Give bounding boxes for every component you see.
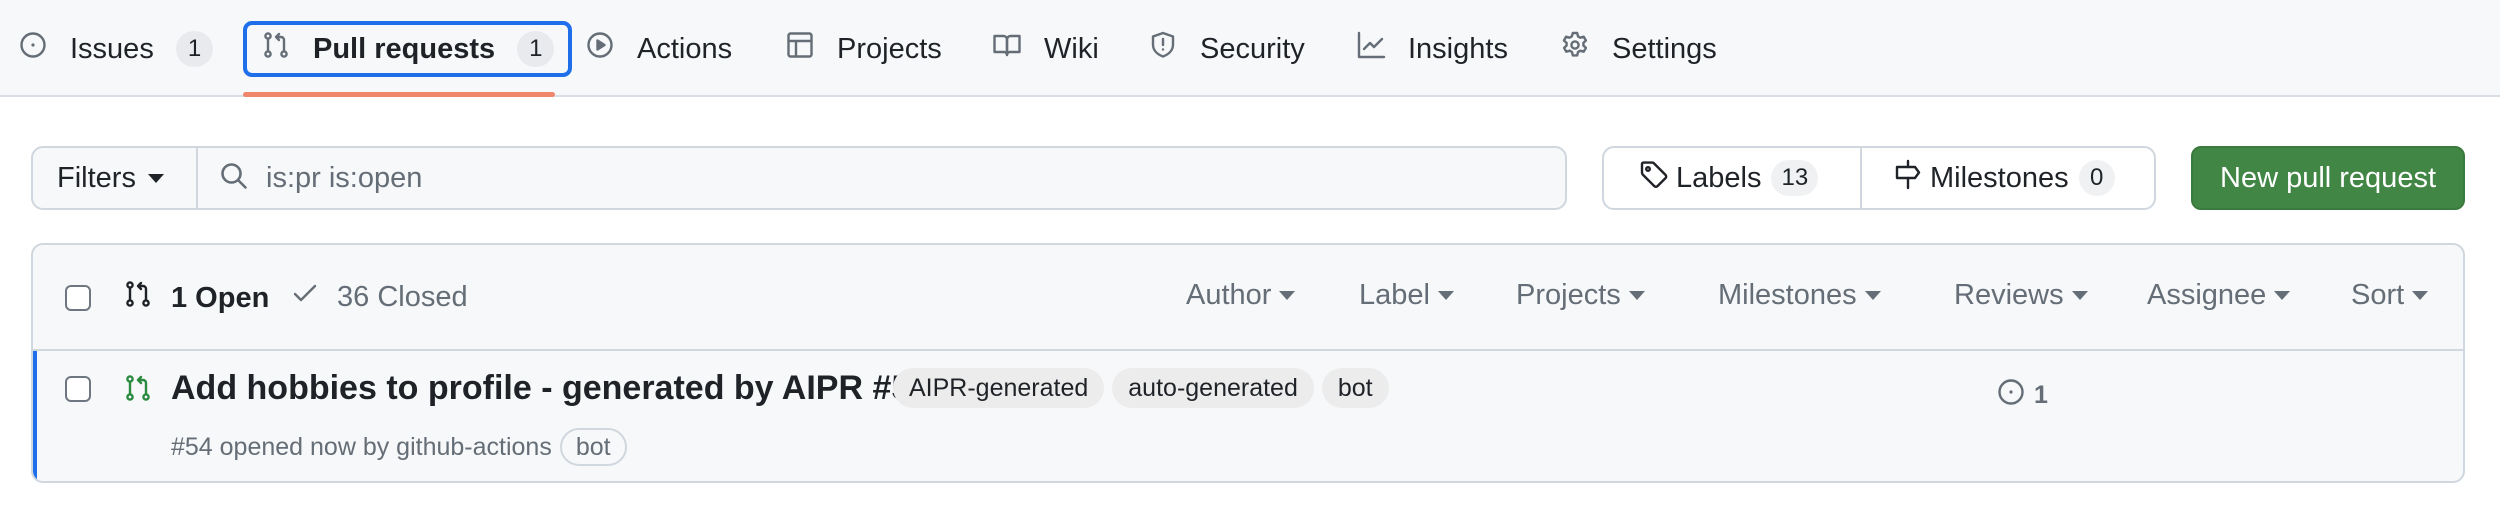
filter-label: Author: [1186, 279, 1272, 311]
search-icon: [218, 160, 250, 197]
search-input[interactable]: [266, 161, 1466, 195]
gear-icon: [1560, 30, 1590, 68]
pull-request-list: 1 Open 36 Closed Author Label Projects M…: [31, 243, 2465, 483]
caret-down-icon: [147, 173, 164, 183]
opened-by-text: #54 opened now by github-actions: [171, 432, 552, 461]
check-icon: [291, 279, 319, 315]
labels-milestones-group: Labels 13 Milestones 0: [1602, 146, 2156, 210]
tab-pull-requests[interactable]: Pull requests 1: [243, 21, 573, 77]
caret-down-icon: [1279, 291, 1296, 300]
tab-wiki[interactable]: Wiki: [992, 21, 1099, 77]
filter-label: Sort: [2351, 279, 2405, 311]
shield-icon: [1148, 30, 1178, 68]
tab-insights[interactable]: Insights: [1356, 21, 1508, 77]
tab-security[interactable]: Security: [1148, 21, 1305, 77]
milestones-button[interactable]: Milestones 0: [1862, 148, 2115, 208]
tab-label: Projects: [837, 32, 942, 65]
label-bot[interactable]: bot: [1321, 368, 1389, 408]
list-header: 1 Open 36 Closed Author Label Projects M…: [33, 245, 2463, 351]
author-filter-dropdown[interactable]: Author: [1186, 279, 1296, 312]
closed-count-label: 36 Closed: [337, 280, 468, 313]
book-icon: [992, 30, 1022, 68]
bot-badge: bot: [559, 428, 627, 466]
issue-opened-icon: [1996, 377, 2026, 414]
tab-actions[interactable]: Actions: [585, 21, 732, 77]
tag-icon: [1638, 158, 1670, 198]
table-icon: [785, 30, 815, 68]
caret-down-icon: [2274, 291, 2291, 300]
tab-label: Security: [1200, 32, 1305, 65]
counter-badge: 1: [175, 31, 214, 67]
filter-search-group: Filters: [31, 146, 1567, 210]
tab-label: Actions: [637, 32, 733, 65]
milestones-count: 0: [2078, 160, 2115, 196]
filters-label: Filters: [57, 161, 136, 194]
git-pull-request-open-icon: [123, 373, 153, 408]
select-all-checkbox[interactable]: [65, 285, 91, 311]
caret-down-icon: [1628, 291, 1645, 300]
reviews-filter-dropdown[interactable]: Reviews: [1954, 279, 2088, 312]
pull-request-row[interactable]: Add hobbies to profile - generated by AI…: [33, 351, 2463, 481]
caret-down-icon: [2412, 291, 2429, 300]
tab-issues[interactable]: Issues 1: [18, 21, 214, 77]
play-icon: [585, 30, 615, 68]
labels-count: 13: [1771, 160, 1819, 196]
new-pull-request-button[interactable]: New pull request: [2191, 146, 2465, 210]
counter-badge: 1: [517, 31, 555, 67]
open-filter-link[interactable]: 1 Open: [123, 279, 269, 317]
label-auto-generated[interactable]: auto-generated: [1112, 368, 1314, 408]
selected-tab-underline: [243, 92, 555, 97]
milestones-filter-dropdown[interactable]: Milestones: [1718, 279, 1881, 312]
label-list: AIPR-generated auto-generated bot: [893, 368, 1397, 408]
linked-issues-link[interactable]: 1: [1996, 377, 2048, 414]
filter-label: Projects: [1516, 279, 1621, 311]
tab-label: Pull requests: [313, 32, 496, 65]
git-pull-request-icon: [261, 30, 291, 68]
labels-button[interactable]: Labels 13: [1604, 148, 1862, 208]
milestones-label: Milestones: [1930, 161, 2069, 194]
repo-nav: Issues 1 Pull requests 1 Actions Project…: [0, 0, 2500, 97]
filter-label: Reviews: [1954, 279, 2064, 311]
label-aipr-generated[interactable]: AIPR-generated: [893, 368, 1105, 408]
filter-label: Assignee: [2147, 279, 2267, 311]
tab-settings[interactable]: Settings: [1560, 21, 1717, 77]
caret-down-icon: [1437, 291, 1454, 300]
git-pull-request-icon: [123, 279, 153, 317]
labels-label: Labels: [1676, 161, 1762, 194]
tab-label: Issues: [70, 32, 154, 65]
filter-label: Label: [1359, 279, 1430, 311]
projects-filter-dropdown[interactable]: Projects: [1516, 279, 1645, 312]
filters-dropdown-button[interactable]: Filters: [33, 148, 198, 208]
tab-label: Settings: [1612, 32, 1717, 65]
sort-dropdown[interactable]: Sort: [2351, 279, 2429, 312]
closed-filter-link[interactable]: 36 Closed: [291, 279, 468, 315]
tab-label: Wiki: [1044, 32, 1099, 65]
caret-down-icon: [2071, 291, 2088, 300]
search-field[interactable]: [198, 148, 1565, 208]
filter-label: Milestones: [1718, 279, 1857, 311]
tab-label: Insights: [1408, 32, 1508, 65]
open-count-label: 1 Open: [171, 281, 270, 314]
graph-icon: [1356, 30, 1386, 68]
focus-indicator: [33, 351, 37, 481]
linked-issues-count: 1: [2034, 381, 2048, 409]
milestone-icon: [1892, 158, 1924, 198]
assignee-filter-dropdown[interactable]: Assignee: [2147, 279, 2291, 312]
issue-opened-icon: [18, 30, 48, 68]
row-checkbox[interactable]: [65, 376, 91, 402]
pull-request-title-link[interactable]: Add hobbies to profile - generated by AI…: [171, 369, 929, 408]
label-filter-dropdown[interactable]: Label: [1359, 279, 1454, 312]
caret-down-icon: [1864, 291, 1881, 300]
pull-request-meta: #54 opened now by github-actions bot: [171, 428, 627, 466]
tab-projects[interactable]: Projects: [785, 21, 942, 77]
